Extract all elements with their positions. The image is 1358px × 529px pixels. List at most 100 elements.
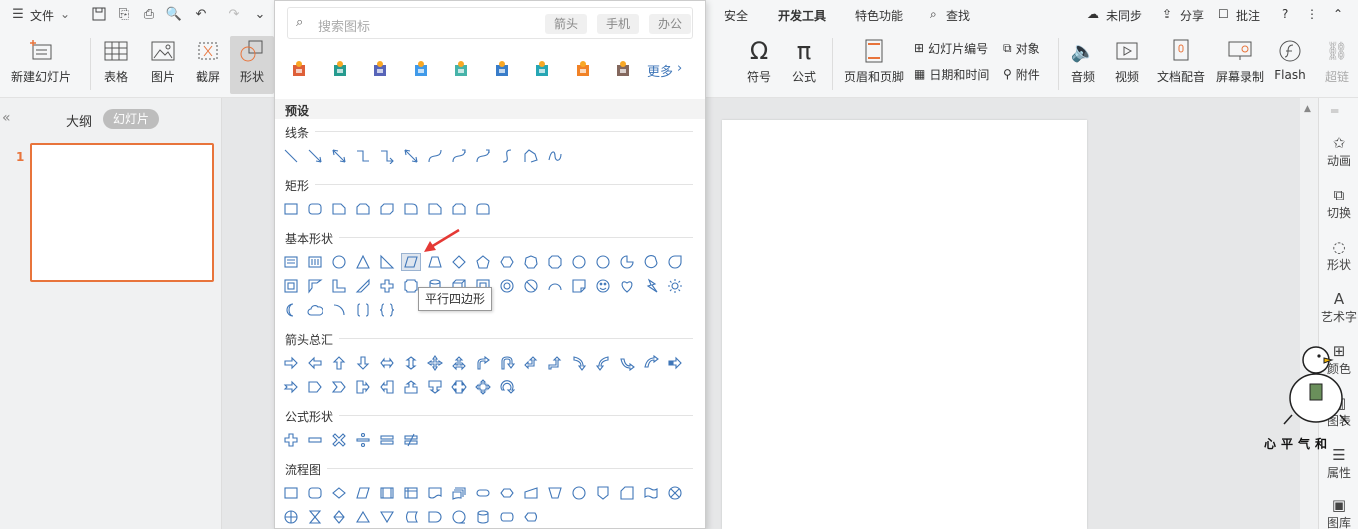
- wordart-panel-button[interactable]: A 艺术字: [1319, 290, 1358, 325]
- round1-shape-icon[interactable]: [401, 200, 421, 218]
- card-shape-icon[interactable]: [617, 484, 637, 502]
- calllr-shape-icon[interactable]: [449, 378, 469, 396]
- frame-shape-icon[interactable]: [281, 277, 301, 295]
- uturn-shape-icon[interactable]: [497, 354, 517, 372]
- arcline-shape-icon[interactable]: [329, 301, 349, 319]
- pie-shape-icon[interactable]: [617, 253, 637, 271]
- alr-shape-icon[interactable]: [377, 354, 397, 372]
- screenshot-button[interactable]: 截屏: [188, 36, 228, 94]
- screen-record-button[interactable]: 屏幕录制: [1214, 36, 1266, 94]
- smile-shape-icon[interactable]: [593, 277, 613, 295]
- picture-button[interactable]: 图片: [143, 36, 183, 94]
- export-icon[interactable]: ⎘: [116, 6, 132, 22]
- aleftup-shape-icon[interactable]: [521, 354, 541, 372]
- rect-shape-icon[interactable]: [281, 200, 301, 218]
- curvedup-shape-icon[interactable]: [617, 354, 637, 372]
- plus-shape-icon[interactable]: [281, 431, 301, 449]
- fold-shape-icon[interactable]: [569, 277, 589, 295]
- multiply-shape-icon[interactable]: [329, 431, 349, 449]
- slide-number-button[interactable]: ⊞ 幻灯片编号: [914, 38, 988, 58]
- new-slide-button[interactable]: 新建幻灯片: [6, 36, 76, 94]
- circle-shape-icon[interactable]: [329, 253, 349, 271]
- dec-shape-icon[interactable]: [569, 253, 589, 271]
- curvedleft-shape-icon[interactable]: [593, 354, 613, 372]
- hamburger-menu-icon[interactable]: ☰: [10, 6, 26, 22]
- multidoc-shape-icon[interactable]: [449, 484, 469, 502]
- hept-shape-icon[interactable]: [521, 253, 541, 271]
- datetime-button[interactable]: ▦ 日期和时间: [914, 64, 989, 84]
- manualinput-shape-icon[interactable]: [521, 484, 541, 502]
- curve-shape-icon[interactable]: [425, 147, 445, 165]
- sun-shape-icon[interactable]: [665, 277, 685, 295]
- tape-shape-icon[interactable]: [641, 484, 661, 502]
- display-shape-icon[interactable]: [521, 508, 541, 526]
- triangle-shape-icon[interactable]: [353, 253, 373, 271]
- more-options-icon[interactable]: ⋮: [1306, 7, 1318, 21]
- elbow-shape-icon[interactable]: [353, 147, 373, 165]
- shape-panel-button[interactable]: ◌ 形状: [1319, 238, 1358, 273]
- rtri-shape-icon[interactable]: [377, 253, 397, 271]
- save-icon[interactable]: [91, 6, 107, 22]
- switch-panel-button[interactable]: ⧉ 切换: [1319, 186, 1358, 221]
- file-menu[interactable]: 文件: [30, 7, 54, 24]
- donut-shape-icon[interactable]: [497, 277, 517, 295]
- chevron-shape-icon[interactable]: [329, 378, 349, 396]
- directaccess-shape-icon[interactable]: [497, 508, 517, 526]
- alru-shape-icon[interactable]: [449, 354, 469, 372]
- collate-shape-icon[interactable]: [305, 508, 325, 526]
- tear-shape-icon[interactable]: [665, 253, 685, 271]
- callleft-shape-icon[interactable]: [377, 378, 397, 396]
- lock-icon[interactable]: [411, 59, 431, 79]
- diamond-shape-icon[interactable]: [449, 253, 469, 271]
- hyperlink-button[interactable]: ⛓ 超链: [1320, 36, 1354, 94]
- factory-icon[interactable]: [573, 59, 593, 79]
- altprocess-shape-icon[interactable]: [305, 484, 325, 502]
- snip1-shape-icon[interactable]: [329, 200, 349, 218]
- doc-dub-button[interactable]: 文档配音: [1154, 36, 1208, 94]
- aright-shape-icon[interactable]: [281, 354, 301, 372]
- pentarrow-shape-icon[interactable]: [305, 378, 325, 396]
- merge-shape-icon[interactable]: [377, 508, 397, 526]
- circarrow-shape-icon[interactable]: [497, 378, 517, 396]
- braces-shape-icon[interactable]: [377, 301, 397, 319]
- tab-special-features[interactable]: 特色功能: [855, 7, 903, 24]
- data-shape-icon[interactable]: [353, 484, 373, 502]
- equal-shape-icon[interactable]: [377, 431, 397, 449]
- cross-shape-icon[interactable]: [377, 277, 397, 295]
- oct-shape-icon[interactable]: [545, 253, 565, 271]
- print-preview-icon[interactable]: 🔍: [166, 6, 182, 22]
- notched-shape-icon[interactable]: [281, 378, 301, 396]
- stored-shape-icon[interactable]: [401, 508, 421, 526]
- video-button[interactable]: 视频: [1108, 36, 1146, 94]
- header-footer-button[interactable]: 页眉和页脚: [842, 36, 906, 94]
- trophy-icon[interactable]: [289, 59, 309, 79]
- file-chevron-icon[interactable]: ⌄: [60, 7, 70, 21]
- attachment-button[interactable]: ⚲ 附件: [1003, 64, 1040, 84]
- symbol-button[interactable]: Ω 符号: [740, 36, 778, 94]
- sync-status-button[interactable]: 未同步: [1106, 7, 1142, 24]
- document-shape-icon[interactable]: [425, 484, 445, 502]
- line-shape-icon[interactable]: [281, 147, 301, 165]
- icon-search-input[interactable]: 搜索图标: [318, 16, 370, 35]
- striped-shape-icon[interactable]: [665, 354, 685, 372]
- predefined-shape-icon[interactable]: [377, 484, 397, 502]
- tab-security[interactable]: 安全: [724, 7, 748, 24]
- arrowline-shape-icon[interactable]: [305, 147, 325, 165]
- table-button[interactable]: 表格: [96, 36, 136, 94]
- minus-shape-icon[interactable]: [305, 431, 325, 449]
- podium-icon[interactable]: [370, 59, 390, 79]
- orjunc-shape-icon[interactable]: [281, 508, 301, 526]
- aleft-shape-icon[interactable]: [305, 354, 325, 372]
- formula-button[interactable]: π 公式: [785, 36, 823, 94]
- rrect-shape-icon[interactable]: [305, 200, 325, 218]
- s-shape-icon[interactable]: [497, 147, 517, 165]
- slide-thumbnail[interactable]: [30, 143, 214, 282]
- scroll-up-icon[interactable]: ▲: [1304, 104, 1311, 114]
- team-icon[interactable]: [532, 59, 552, 79]
- calldown-shape-icon[interactable]: [425, 378, 445, 396]
- abentup-shape-icon[interactable]: [545, 354, 565, 372]
- shape-button[interactable]: 形状: [230, 36, 274, 94]
- aud-shape-icon[interactable]: [401, 354, 421, 372]
- abend-shape-icon[interactable]: [473, 354, 493, 372]
- customize-quick-access-icon[interactable]: ⌄: [252, 6, 268, 22]
